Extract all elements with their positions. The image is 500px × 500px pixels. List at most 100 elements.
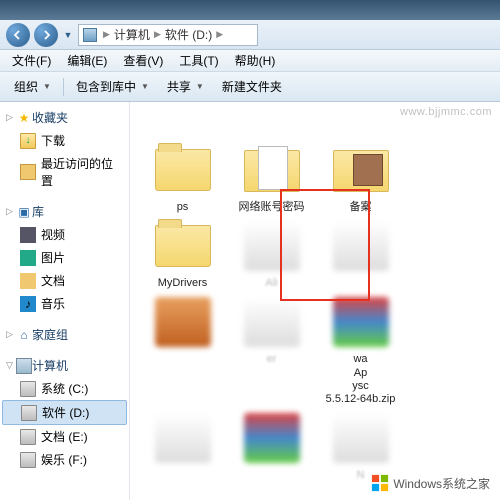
folder-item[interactable]: MyDrivers — [140, 218, 225, 290]
drive-icon — [20, 429, 36, 445]
homegroup-icon: ⌂ — [16, 327, 32, 343]
menu-tools[interactable]: 工具(T) — [171, 50, 226, 71]
item-label: ps — [177, 201, 189, 214]
watermark: Windows系统之家 — [367, 472, 494, 494]
item-label: 网络账号密码 — [239, 201, 305, 214]
organize-button[interactable]: 组织▼ — [6, 75, 59, 98]
file-icon — [155, 413, 211, 463]
sidebar-computer[interactable]: ▽ 计算机 — [0, 354, 129, 377]
sidebar-item-drive-d[interactable]: 软件 (D:) — [2, 400, 127, 425]
nav-forward-button[interactable] — [34, 23, 58, 47]
chevron-down-icon: ▼ — [43, 82, 51, 91]
sidebar-favorites[interactable]: ▷ ★ 收藏夹 — [0, 106, 129, 129]
chevron-right-icon: ▶ — [214, 29, 225, 40]
file-icon — [333, 297, 389, 347]
picture-icon — [20, 250, 36, 266]
breadcrumb-drive[interactable]: 软件 (D:) — [163, 26, 214, 43]
folder-item[interactable]: 网络账号密码 — [229, 142, 314, 214]
item-label: waApysc5.5.12-64b.zip — [326, 353, 396, 406]
computer-icon — [16, 358, 32, 374]
file-item[interactable]: er — [229, 294, 314, 406]
file-item[interactable] — [140, 410, 225, 482]
menu-file[interactable]: 文件(F) — [4, 50, 59, 71]
new-folder-button[interactable]: 新建文件夹 — [214, 75, 290, 98]
expand-icon: ▷ — [6, 112, 16, 123]
folder-icon — [333, 146, 389, 194]
file-list-pane[interactable]: www.bjjmmc.com ps 网络账号密码 备案 MyDrivers — [130, 102, 500, 500]
file-item[interactable] — [318, 218, 403, 290]
navigation-pane: ▷ ★ 收藏夹 下载 最近访问的位置 ▷ ▣ 库 — [0, 102, 130, 500]
file-icon — [244, 297, 300, 347]
sidebar-item-label: 下载 — [41, 132, 65, 149]
drive-icon — [20, 452, 36, 468]
item-label: er — [267, 353, 277, 366]
command-bar: 组织▼ 包含到库中▼ 共享▼ 新建文件夹 — [0, 72, 500, 102]
item-label: Ali — [265, 277, 277, 290]
folder-item[interactable]: 备案 — [318, 142, 403, 214]
folder-icon — [155, 149, 211, 191]
separator — [63, 78, 64, 96]
file-item[interactable] — [140, 294, 225, 406]
include-library-button[interactable]: 包含到库中▼ — [68, 75, 157, 98]
sidebar-item-label: 视频 — [41, 226, 65, 243]
share-button[interactable]: 共享▼ — [159, 75, 212, 98]
sidebar-item-pictures[interactable]: 图片 — [0, 246, 129, 269]
menu-edit[interactable]: 编辑(E) — [59, 50, 115, 71]
folder-icon — [244, 146, 300, 194]
downloads-icon — [20, 133, 36, 149]
file-icon — [333, 221, 389, 271]
sidebar-item-drive-c[interactable]: 系统 (C:) — [0, 377, 129, 400]
music-icon: ♪ — [20, 296, 36, 312]
sidebar-item-label: 软件 (D:) — [42, 404, 89, 421]
windows-logo-icon — [371, 474, 389, 492]
file-item[interactable]: waApysc5.5.12-64b.zip — [318, 294, 403, 406]
address-bar[interactable]: ▶ 计算机 ▶ 软件 (D:) ▶ — [78, 24, 258, 46]
sidebar-item-videos[interactable]: 视频 — [0, 223, 129, 246]
chevron-down-icon: ▼ — [141, 82, 149, 91]
file-icon — [244, 221, 300, 271]
video-icon — [20, 227, 36, 243]
menu-view[interactable]: 查看(V) — [115, 50, 171, 71]
sidebar-item-recent[interactable]: 最近访问的位置 — [0, 152, 129, 192]
expand-icon: ▷ — [6, 206, 16, 217]
sidebar-item-label: 最近访问的位置 — [41, 155, 123, 189]
sidebar-label: 家庭组 — [32, 326, 68, 343]
sidebar-item-drive-e[interactable]: 文档 (E:) — [0, 425, 129, 448]
chevron-right-icon: ▶ — [152, 29, 163, 40]
star-icon: ★ — [16, 110, 32, 126]
sidebar-item-label: 图片 — [41, 249, 65, 266]
file-icon — [244, 413, 300, 463]
file-icon — [333, 413, 389, 463]
sidebar-label: 库 — [32, 203, 44, 220]
sidebar-item-downloads[interactable]: 下载 — [0, 129, 129, 152]
breadcrumb-computer[interactable]: 计算机 — [112, 26, 152, 43]
item-label: 备案 — [350, 201, 372, 214]
sidebar-item-label: 文档 — [41, 272, 65, 289]
file-item[interactable] — [229, 410, 314, 482]
file-item[interactable]: Ali — [229, 218, 314, 290]
expand-icon: ▷ — [6, 329, 16, 340]
sidebar-item-drive-f[interactable]: 娱乐 (F:) — [0, 448, 129, 471]
nav-back-button[interactable] — [6, 23, 30, 47]
sidebar-homegroup[interactable]: ▷ ⌂ 家庭组 — [0, 323, 129, 346]
sidebar-item-label: 娱乐 (F:) — [41, 451, 87, 468]
folder-icon — [155, 225, 211, 267]
sidebar-label: 计算机 — [32, 357, 68, 374]
document-icon — [20, 273, 36, 289]
watermark-text: Windows系统之家 — [393, 475, 490, 492]
sidebar-item-label: 系统 (C:) — [41, 380, 88, 397]
sidebar-item-label: 音乐 — [41, 295, 65, 312]
sidebar-label: 收藏夹 — [32, 109, 68, 126]
file-icon — [155, 297, 211, 347]
sidebar-item-music[interactable]: ♪ 音乐 — [0, 292, 129, 315]
recent-icon — [20, 164, 36, 180]
nav-history-dropdown[interactable]: ▼ — [62, 24, 74, 46]
menu-help[interactable]: 帮助(H) — [227, 50, 284, 71]
chevron-down-icon: ▼ — [196, 82, 204, 91]
sidebar-item-label: 文档 (E:) — [41, 428, 88, 445]
collapse-icon: ▽ — [6, 360, 16, 371]
sidebar-item-documents[interactable]: 文档 — [0, 269, 129, 292]
menu-bar: 文件(F) 编辑(E) 查看(V) 工具(T) 帮助(H) — [0, 50, 500, 72]
folder-item[interactable]: ps — [140, 142, 225, 214]
sidebar-libraries[interactable]: ▷ ▣ 库 — [0, 200, 129, 223]
